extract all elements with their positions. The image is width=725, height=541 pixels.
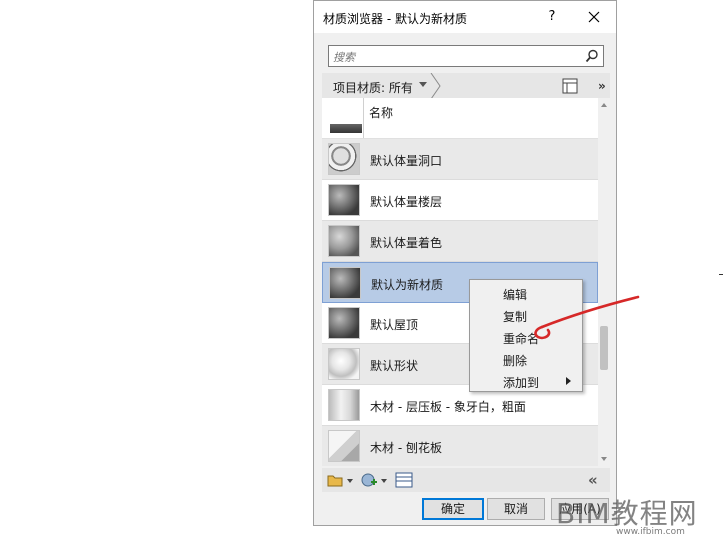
column-header-name[interactable]: 名称 [369,104,393,121]
material-browser-dialog: 材质浏览器 - 默认为新材质 ? 项目材质: 所有 » [313,0,617,526]
material-name: 木材 - 层压板 - 象牙白，粗面 [370,400,526,414]
material-thumbnail [328,307,360,339]
cancel-button[interactable]: 取消 [487,498,545,520]
new-material-icon[interactable] [360,472,390,488]
material-name: 默认体量楼层 [370,195,443,209]
material-thumbnail [328,348,360,380]
material-thumbnail [328,389,360,421]
material-row-massing-opening[interactable]: 默认体量洞口 [322,139,598,180]
submenu-arrow-icon [566,377,571,385]
material-thumbnail [328,143,360,175]
filter-bar: 项目材质: 所有 » [322,73,610,99]
close-icon [588,11,600,23]
menu-item-label: 删除 [503,354,528,368]
material-library-icon[interactable] [327,472,355,488]
scroll-up-icon[interactable] [598,100,610,110]
menu-item-delete[interactable]: 删除 [470,348,582,370]
bottom-toolbar: « [322,468,610,492]
material-thumbnail [328,430,360,462]
material-row-massing-floor[interactable]: 默认体量楼层 [322,180,598,221]
search-box[interactable] [328,45,604,67]
menu-item-label: 添加到 [503,376,540,390]
asset-editor-icon[interactable] [395,472,413,488]
material-name: 默认形状 [370,359,419,373]
search-input[interactable] [331,47,585,67]
watermark-logo: BIM教程网 [556,497,698,530]
magnifier-icon[interactable] [585,49,599,63]
stray-mark [719,274,723,275]
partial-thumbnail [330,124,362,133]
dropdown-arrow-icon[interactable] [417,79,429,91]
material-name: 木材 - 刨花板 [370,441,442,455]
material-row-massing-shading[interactable]: 默认体量着色 [322,221,598,262]
material-row-wood-particleboard[interactable]: 木材 - 刨花板 [322,426,598,466]
close-button[interactable] [582,6,606,28]
title-bar: 材质浏览器 - 默认为新材质 ? [314,1,616,33]
red-arrow-annotation [534,295,640,340]
material-name: 默认屋顶 [370,318,419,332]
list-header: 名称 [322,98,598,139]
ok-button[interactable]: 确定 [422,498,484,520]
watermark: BIM教程网 www.ifbim.com [556,492,722,540]
material-thumbnail [328,225,360,257]
double-chevron-left-icon[interactable]: « [588,471,598,489]
filter-label[interactable]: 项目材质: 所有 [333,79,413,96]
material-name: 默认体量洞口 [370,154,443,168]
column-divider [363,98,364,138]
material-thumbnail [328,184,360,216]
vertical-scrollbar[interactable] [598,98,610,466]
window-title: 材质浏览器 - 默认为新材质 [323,12,467,26]
breadcrumb-chevron-icon [430,73,441,99]
watermark-url: www.ifbim.com [616,527,685,537]
panel-layout-icon[interactable] [562,78,578,94]
help-button[interactable]: ? [542,7,562,27]
material-thumbnail [329,267,361,299]
material-name: 默认为新材质 [371,278,444,292]
double-chevron-right-icon[interactable]: » [598,79,606,93]
scroll-down-icon[interactable] [598,454,610,464]
menu-item-add-to[interactable]: 添加到 [470,370,582,392]
material-name: 默认体量着色 [370,236,443,250]
